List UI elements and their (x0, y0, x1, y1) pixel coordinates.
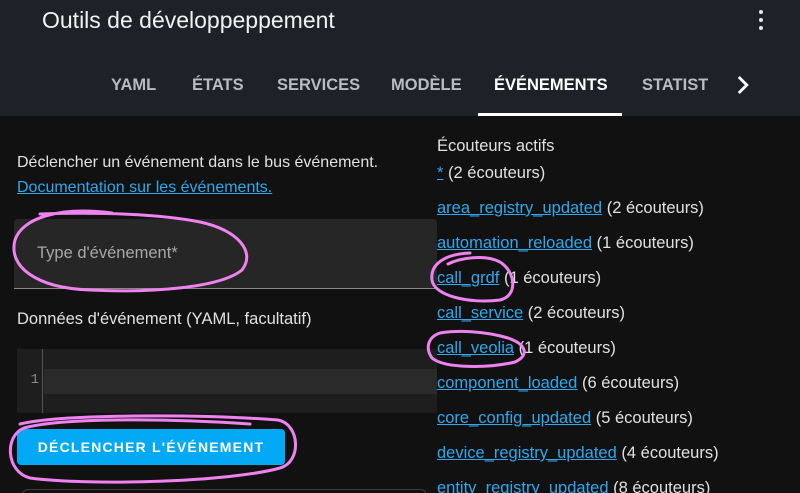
active-tab-indicator (478, 113, 622, 116)
editor-active-line[interactable] (44, 369, 437, 394)
active-listeners-title: Écouteurs actifs (437, 137, 555, 155)
tab-bar: YAML ÉTATS SERVICES MODÈLE ÉVÉNEMENTS ST… (0, 58, 800, 116)
listener-count: (8 écouteurs) (613, 479, 711, 493)
list-item: area_registry_updated (2 écouteurs) (437, 199, 704, 218)
listener-count: (6 écouteurs) (581, 374, 680, 392)
list-item: call_veolia (1 écouteurs) (437, 339, 616, 358)
listener-event-link[interactable]: core_config_updated (437, 409, 591, 427)
editor-line-number: 1 (30, 372, 39, 388)
listener-event-link[interactable]: automation_reloaded (437, 234, 592, 252)
more-vert-icon[interactable] (748, 6, 774, 34)
fire-event-description: Déclencher un événement dans le bus évén… (17, 154, 379, 171)
event-data-label: Données d'événement (YAML, facultatif) (17, 310, 312, 328)
listener-count: (2 écouteurs) (606, 199, 704, 217)
tab-etats[interactable]: ÉTATS (192, 58, 244, 116)
listener-count: (2 écouteurs) (448, 164, 546, 182)
listener-event-link[interactable]: entity_registry_updated (437, 479, 609, 493)
listener-event-link[interactable]: call_veolia (437, 339, 514, 357)
listener-count: (5 écouteurs) (595, 409, 693, 427)
fire-event-button[interactable]: DÉCLENCHER L'ÉVÉNEMENT (17, 429, 285, 465)
listener-count: (1 écouteurs) (503, 269, 602, 287)
chevron-right-icon[interactable] (730, 72, 756, 98)
listener-event-link[interactable]: device_registry_updated (437, 444, 617, 462)
list-item: * (2 écouteurs) (437, 164, 545, 183)
list-item: component_loaded (6 écouteurs) (437, 374, 679, 393)
list-item: core_config_updated (5 écouteurs) (437, 409, 693, 428)
listener-event-link[interactable]: area_registry_updated (437, 199, 602, 217)
listener-event-link[interactable]: * (437, 164, 443, 182)
page-title: Outils de développeppement (42, 7, 335, 33)
events-documentation-link[interactable]: Documentation sur les événements. (17, 179, 272, 197)
list-item: call_service (2 écouteurs) (437, 304, 625, 323)
tab-yaml[interactable]: YAML (111, 58, 156, 116)
editor-gutter: 1 (17, 349, 43, 413)
listener-event-link[interactable]: component_loaded (437, 374, 577, 392)
tab-services[interactable]: SERVICES (277, 58, 360, 116)
tab-statistiques-label: STATISTIQUES (642, 76, 708, 94)
next-card-outline (22, 489, 427, 493)
listener-event-link[interactable]: call_grdf (437, 269, 499, 287)
event-type-field[interactable] (14, 219, 437, 289)
app-header: Outils de développeppement YAML ÉTATS SE… (0, 0, 800, 116)
list-item: call_grdf (1 écouteurs) (437, 269, 601, 288)
listener-count: (2 écouteurs) (527, 304, 626, 322)
listener-count: (1 écouteurs) (518, 339, 616, 357)
tab-evenements[interactable]: ÉVÉNEMENTS (494, 58, 608, 116)
tab-statistiques[interactable]: STATISTIQUES (640, 58, 708, 116)
listener-count: (4 écouteurs) (621, 444, 719, 462)
list-item: device_registry_updated (4 écouteurs) (437, 444, 719, 463)
listener-event-link[interactable]: call_service (437, 304, 523, 322)
list-item: entity_registry_updated (8 écouteurs) (437, 479, 710, 493)
event-data-editor[interactable]: 1 (17, 349, 437, 413)
listener-count: (1 écouteurs) (596, 234, 694, 252)
tab-modele[interactable]: MODÈLE (391, 58, 462, 116)
event-type-input[interactable] (14, 219, 437, 288)
list-item: automation_reloaded (1 écouteurs) (437, 234, 694, 253)
